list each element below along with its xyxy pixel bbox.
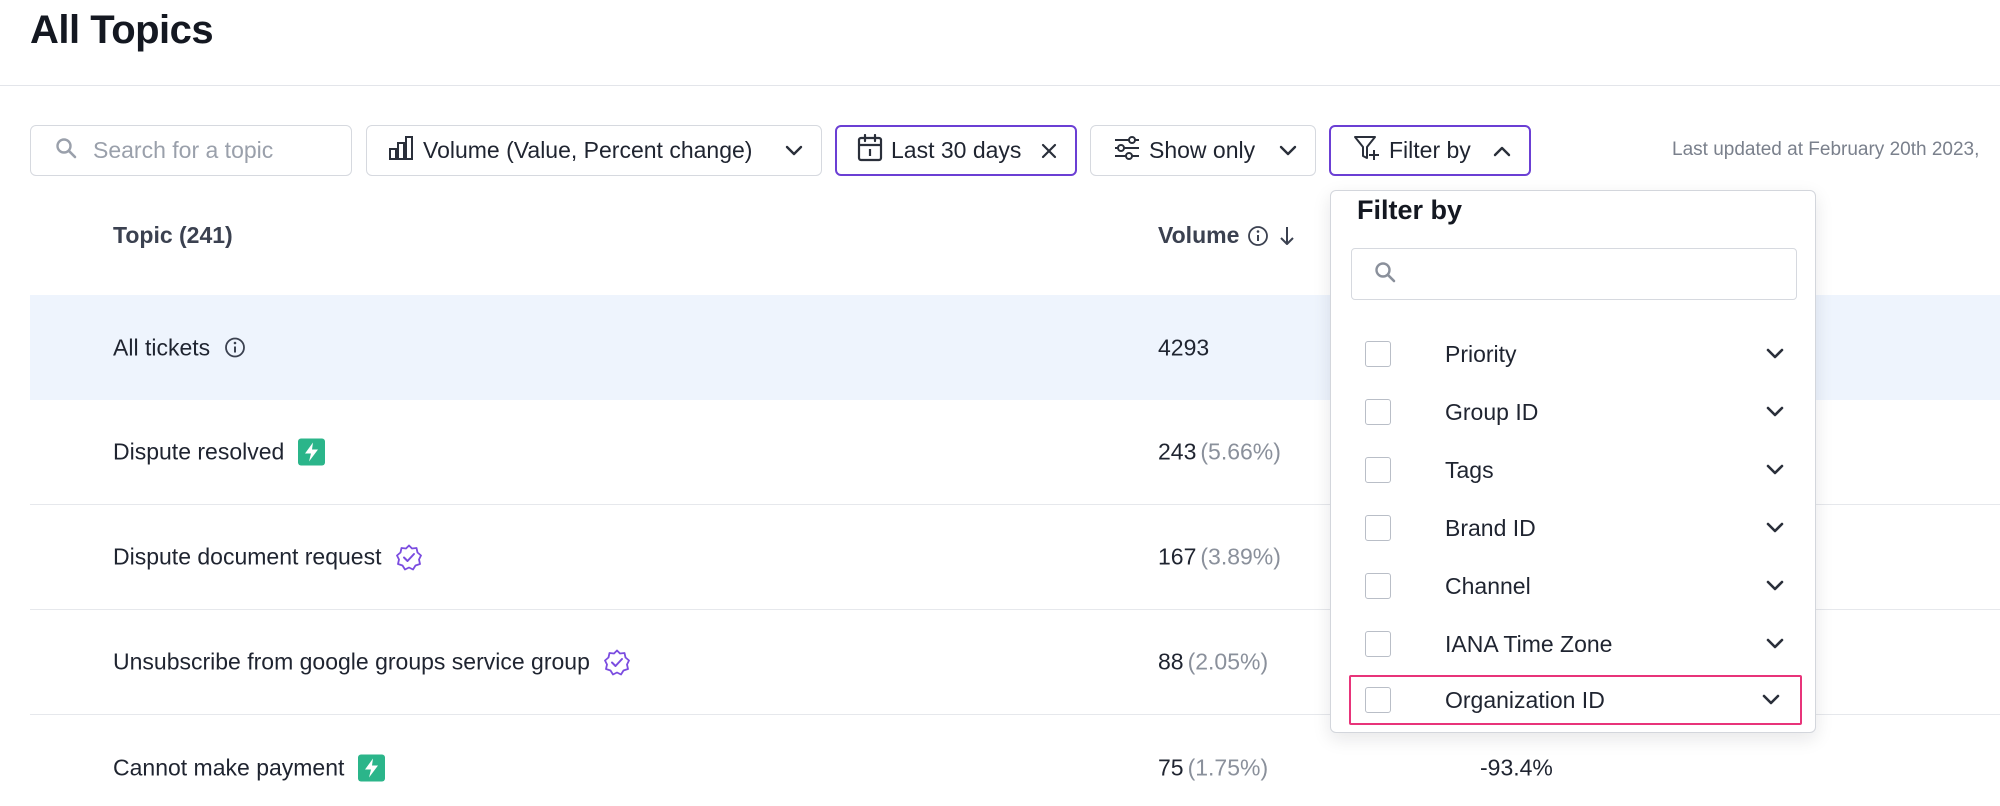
volume-value: 243 (1158, 438, 1197, 465)
info-icon[interactable] (224, 337, 246, 359)
filter-option-label: Priority (1445, 340, 1517, 367)
chevron-down-icon (785, 145, 803, 157)
volume-value: 75 (1158, 754, 1184, 780)
volume-value: 167 (1158, 543, 1197, 570)
topic-name: All tickets (113, 334, 211, 360)
checkbox[interactable] (1365, 631, 1391, 657)
volume-percent: (1.75%) (1187, 754, 1269, 780)
filter-search-input[interactable] (1351, 248, 1797, 300)
search-placeholder: Search for a topic (93, 137, 274, 163)
chevron-down-icon[interactable] (1766, 348, 1784, 360)
volume-value: 4293 (1158, 334, 1210, 360)
volume-header-label: Volume (1158, 222, 1240, 248)
filter-by-button[interactable]: Filter by (1329, 125, 1531, 176)
filter-by-label: Filter by (1389, 137, 1471, 163)
sort-descending-icon[interactable] (1277, 225, 1297, 247)
search-icon (55, 137, 77, 165)
info-icon[interactable] (1247, 225, 1269, 247)
topic-name: Dispute document request (113, 543, 382, 570)
topic-header-label: Topic (241) (113, 222, 233, 248)
volume-value: 88 (1158, 648, 1184, 675)
filter-option-label: IANA Time Zone (1445, 630, 1613, 657)
close-icon[interactable] (1041, 143, 1057, 159)
checkbox[interactable] (1365, 515, 1391, 541)
filter-option-label: Channel (1445, 572, 1531, 599)
filter-option-label: Organization ID (1445, 686, 1605, 713)
calendar-icon (857, 133, 883, 168)
chevron-down-icon[interactable] (1766, 464, 1784, 476)
chevron-down-icon[interactable] (1766, 638, 1784, 650)
volume-percent: (5.66%) (1200, 438, 1281, 465)
show-only-label: Show only (1149, 137, 1256, 163)
percent-change: -93.4% (1480, 754, 1553, 780)
filter-option-tags[interactable]: Tags (1351, 445, 1804, 495)
filter-option-organization-id[interactable]: Organization ID (1349, 675, 1802, 725)
verified-icon (603, 649, 630, 675)
volume-metric-select[interactable]: Volume (Value, Percent change) (366, 125, 822, 176)
filter-option-label: Group ID (1445, 398, 1539, 425)
topic-name: Dispute resolved (113, 438, 285, 465)
header-divider (0, 85, 2000, 86)
last-updated-text: Last updated at February 20th 2023, (1672, 139, 1980, 160)
topic-name: Unsubscribe from google groups service g… (113, 648, 590, 675)
chevron-down-icon[interactable] (1766, 522, 1784, 534)
chevron-down-icon[interactable] (1766, 580, 1784, 592)
topic-name: Cannot make payment (113, 754, 345, 780)
date-range-filter[interactable]: Last 30 days (835, 125, 1077, 176)
chevron-down-icon[interactable] (1766, 406, 1784, 418)
volume-column-header[interactable]: Volume (1158, 222, 1297, 249)
chevron-down-icon (1279, 145, 1297, 157)
checkbox[interactable] (1365, 399, 1391, 425)
search-icon (1374, 261, 1396, 288)
checkbox[interactable] (1365, 457, 1391, 483)
chevron-down-icon[interactable] (1762, 694, 1780, 706)
sliders-icon (1113, 135, 1141, 167)
filter-option-brand-id[interactable]: Brand ID (1351, 503, 1804, 553)
topic-search-input[interactable]: Search for a topic (30, 125, 352, 176)
page-title: All Topics (30, 8, 214, 52)
filter-option-iana-time-zone[interactable]: IANA Time Zone (1351, 619, 1804, 669)
filter-plus-icon (1353, 134, 1381, 168)
checkbox[interactable] (1365, 341, 1391, 367)
bolt-icon (298, 438, 326, 466)
volume-percent: (3.89%) (1200, 543, 1281, 570)
filter-option-channel[interactable]: Channel (1351, 561, 1804, 611)
filter-option-label: Tags (1445, 456, 1494, 483)
verified-icon (395, 544, 422, 570)
bar-chart-icon (387, 134, 415, 168)
filter-option-group-id[interactable]: Group ID (1351, 387, 1804, 437)
topic-column-header[interactable]: Topic (241) (113, 222, 233, 249)
filter-by-dropdown: Filter by Priority Group ID Tags Brand I… (1330, 190, 1816, 733)
filter-option-label: Brand ID (1445, 514, 1536, 541)
checkbox[interactable] (1365, 573, 1391, 599)
chevron-up-icon (1493, 145, 1511, 157)
volume-select-label: Volume (Value, Percent change) (423, 137, 753, 163)
filter-option-priority[interactable]: Priority (1351, 329, 1804, 379)
bolt-icon (358, 754, 386, 781)
dropdown-title: Filter by (1357, 195, 1463, 225)
checkbox[interactable] (1365, 687, 1391, 713)
volume-percent: (2.05%) (1187, 648, 1269, 675)
show-only-select[interactable]: Show only (1090, 125, 1316, 176)
date-range-label: Last 30 days (891, 137, 1022, 163)
